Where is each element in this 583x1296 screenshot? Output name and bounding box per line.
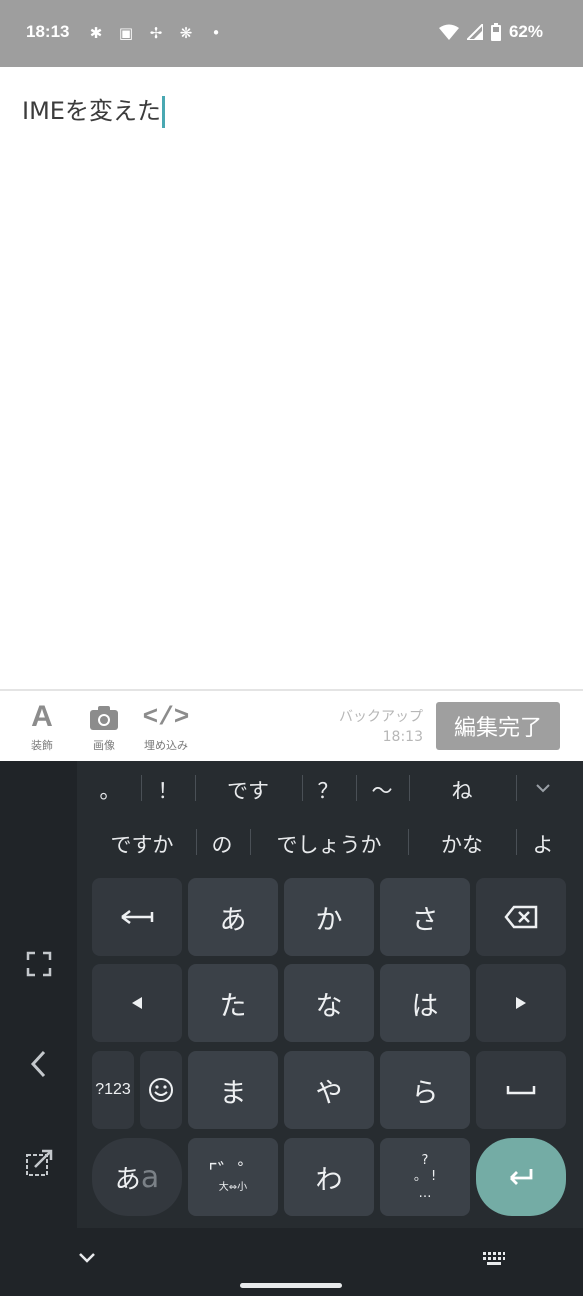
key-ta[interactable]: た (188, 964, 278, 1042)
candidate-divider (516, 829, 517, 855)
decoration-label: 装飾 (31, 739, 53, 752)
keyboard: 。 ！ です ？ 〜 ね ですか の でしょうか かな よ あ か さ た な … (0, 761, 583, 1228)
candidate-item[interactable]: 。 (92, 775, 128, 805)
chevron-down-icon[interactable] (528, 775, 558, 799)
numeric-mode-key[interactable]: ?123 (92, 1051, 134, 1129)
triangle-right-icon (516, 997, 526, 1009)
wifi-icon (438, 24, 459, 40)
candidate-divider (408, 829, 409, 855)
candidate-item[interactable]: 〜 (364, 775, 400, 805)
candidate-divider (141, 775, 142, 801)
return-icon (510, 1169, 533, 1185)
key-ha[interactable]: は (380, 964, 470, 1042)
editor-content: IMEを変えた (22, 97, 161, 125)
key-ma[interactable]: ま (188, 1051, 278, 1129)
pinwheel-icon: ✢ (149, 24, 163, 42)
code-icon: </> (142, 702, 190, 732)
status-bar: 18:13 ✱ ▣ ✢ ❋ • 62% (0, 0, 583, 67)
expand-icon[interactable] (0, 951, 77, 984)
undo-key[interactable] (92, 878, 182, 956)
keyboard-side-rail (0, 761, 77, 1228)
status-right: 62% (438, 22, 543, 42)
key-ya[interactable]: や (284, 1051, 374, 1129)
cursor-right-key[interactable] (476, 964, 566, 1042)
punct-mid: 。 ! (413, 1169, 437, 1184)
decoration-button[interactable]: A 装飾 (12, 701, 72, 753)
chevron-left-icon[interactable] (0, 1049, 77, 1086)
key-a[interactable]: あ (188, 878, 278, 956)
editor-area[interactable]: IMEを変えた (0, 67, 583, 689)
keyboard-switch-button[interactable] (482, 1248, 506, 1272)
chat-icon: ❋ (179, 24, 193, 42)
candidate-item[interactable]: ？ (310, 775, 346, 805)
book-icon: ▣ (118, 24, 134, 42)
embed-label: 埋め込み (144, 739, 188, 752)
mode-alpha-label: a (140, 1159, 160, 1195)
home-gesture-bar[interactable] (240, 1283, 342, 1288)
punct-bottom: … (418, 1186, 432, 1201)
embed-button[interactable]: </> 埋め込み (136, 701, 196, 753)
space-key[interactable] (476, 1051, 566, 1129)
key-ra[interactable]: ら (380, 1051, 470, 1129)
candidate-item[interactable]: ですか (96, 829, 188, 859)
status-time: 18:13 (26, 22, 70, 41)
hide-keyboard-button[interactable] (77, 1246, 97, 1271)
image-button[interactable]: 画像 (74, 701, 134, 753)
key-na[interactable]: な (284, 964, 374, 1042)
size-toggle-label: 大⇔小 (218, 1182, 248, 1193)
backspace-key[interactable] (476, 878, 566, 956)
notification-icons: ✱ ▣ ✢ ❋ • (86, 23, 226, 43)
candidate-item[interactable]: です (205, 775, 291, 805)
font-icon: A (31, 700, 53, 733)
backspace-icon (504, 905, 538, 929)
navigation-bar (0, 1228, 583, 1296)
dakuten-icon: ⌜゛゜ (208, 1159, 258, 1183)
enter-key[interactable] (476, 1138, 566, 1216)
cursor-left-key[interactable] (92, 964, 182, 1042)
chevron-down-icon (79, 1253, 95, 1263)
key-sa[interactable]: さ (380, 878, 470, 956)
editor-text[interactable]: IMEを変えた (22, 91, 165, 128)
text-cursor (161, 96, 165, 128)
candidate-divider (516, 775, 517, 801)
slack-icon: ✱ (89, 24, 103, 42)
triangle-left-icon (132, 997, 142, 1009)
signal-icon (466, 24, 483, 40)
finish-editing-button[interactable]: 編集完了 (436, 702, 560, 750)
backup-label: バックアップ (339, 709, 423, 725)
candidate-item[interactable]: ！ (150, 775, 186, 805)
candidate-divider (356, 775, 357, 801)
candidate-divider (302, 775, 303, 801)
backup-status: バックアップ 18:13 (339, 707, 423, 747)
battery-icon (490, 23, 501, 41)
smiley-icon (149, 1078, 173, 1102)
undo-arrow-icon (121, 910, 154, 924)
key-ka[interactable]: か (284, 878, 374, 956)
candidate-item[interactable]: でしょうか (262, 829, 396, 859)
mode-kana-label: あ (114, 1164, 141, 1195)
float-keyboard-icon[interactable] (0, 1149, 77, 1184)
space-icon (506, 1086, 536, 1095)
candidate-divider (409, 775, 410, 801)
candidate-divider (195, 775, 196, 801)
editor-toolbar: A 装飾 画像 </> 埋め込み バックアップ 18:13 編集完了 (0, 689, 583, 763)
input-mode-key[interactable]: あa (92, 1138, 182, 1216)
punctuation-key[interactable]: ? 。 ! … (380, 1138, 470, 1216)
candidate-divider (196, 829, 197, 855)
image-label: 画像 (93, 739, 115, 752)
candidate-item[interactable]: の (204, 829, 240, 859)
battery-percent: 62% (508, 22, 543, 41)
key-wa[interactable]: わ (284, 1138, 374, 1216)
dakuten-key[interactable]: ⌜゛゜ 大⇔小 (188, 1138, 278, 1216)
punct-top: ? (421, 1153, 429, 1168)
candidate-divider (250, 829, 251, 855)
backup-time: 18:13 (382, 729, 423, 745)
dot-icon: • (211, 24, 221, 42)
candidate-item[interactable]: かな (420, 829, 504, 859)
camera-icon (74, 701, 134, 735)
candidate-item[interactable]: よ (526, 829, 560, 859)
keyboard-icon (483, 1252, 505, 1265)
emoji-key[interactable] (140, 1051, 182, 1129)
candidate-item[interactable]: ね (420, 775, 504, 805)
